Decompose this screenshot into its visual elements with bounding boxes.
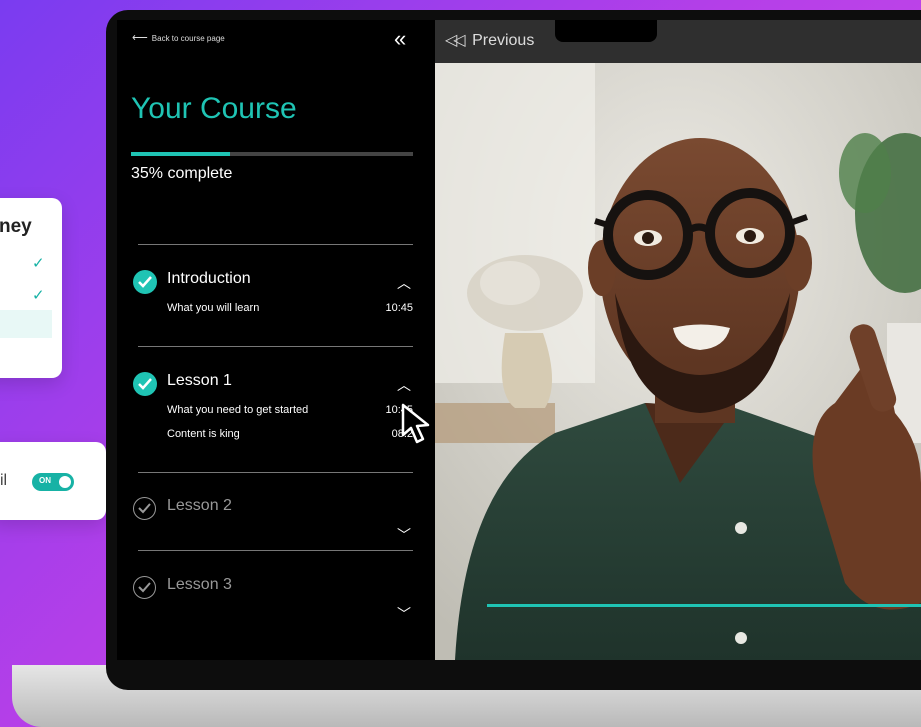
lesson-title: Lesson 3 — [167, 576, 232, 593]
chevron-up-icon[interactable]: ︿ — [397, 375, 411, 395]
divider — [138, 346, 413, 347]
check-icon: ✓ — [32, 287, 45, 304]
lesson-item[interactable]: Content is king — [167, 428, 240, 440]
incomplete-check-icon — [133, 497, 156, 520]
laptop-screen: ⟵ Back to course page « Your Course 35% c… — [117, 20, 921, 660]
divider — [138, 244, 413, 245]
lesson-section-lesson-3[interactable]: Lesson 3 ﹀ — [133, 576, 413, 626]
email-label: il — [0, 472, 8, 489]
camera-notch — [555, 20, 657, 42]
journey-card-title: urney — [0, 216, 32, 237]
divider — [138, 550, 413, 551]
email-toggle-card: il ON — [0, 442, 106, 520]
check-icon: ✓ — [32, 255, 45, 272]
incomplete-check-icon — [133, 576, 156, 599]
lesson-title: Lesson 2 — [167, 497, 232, 514]
chevron-down-icon[interactable]: ﹀ — [397, 525, 411, 545]
email-toggle[interactable]: ON — [32, 473, 74, 491]
lesson-item[interactable]: What you will learn — [167, 302, 259, 314]
lesson-section-lesson-1[interactable]: Lesson 1 ︿ What you need to get started … — [133, 372, 413, 462]
lesson-item[interactable]: What you need to get started — [167, 404, 308, 416]
completed-check-icon — [133, 372, 157, 396]
chevron-up-icon[interactable]: ︿ — [397, 273, 411, 293]
progress-bar — [131, 152, 413, 156]
lesson-title: Introduction — [167, 270, 251, 287]
video-frame[interactable] — [435, 63, 921, 660]
course-title: Your Course — [131, 92, 297, 125]
progress-bar-fill — [131, 152, 230, 156]
lesson-section-introduction[interactable]: Introduction ︿ What you will learn 10:45 — [133, 270, 413, 340]
lesson-section-lesson-2[interactable]: Lesson 2 ﹀ — [133, 497, 413, 547]
arrow-left-icon: ⟵ — [132, 32, 148, 44]
toggle-knob — [59, 476, 71, 488]
progress-text: 35% complete — [131, 165, 233, 182]
previous-label: Previous — [472, 32, 535, 49]
completed-check-icon — [133, 270, 157, 294]
double-chevron-left-icon[interactable]: « — [394, 26, 406, 52]
previous-button[interactable]: ◁◁ Previous — [445, 30, 534, 50]
toggle-text: ON — [39, 476, 51, 485]
lesson-item-duration: 10:45 — [385, 302, 413, 314]
chevron-down-icon[interactable]: ﹀ — [397, 604, 411, 624]
mouse-cursor-icon — [401, 403, 430, 444]
course-sidebar: ⟵ Back to course page « Your Course 35% c… — [117, 20, 435, 660]
back-link-label: Back to course page — [151, 34, 225, 43]
rewind-icon: ◁◁ — [445, 32, 466, 49]
instructor-video-image — [435, 63, 921, 660]
lesson-title: Lesson 1 — [167, 372, 232, 389]
player-top-bar: ◁◁ Previous — [435, 20, 921, 63]
journey-highlight-row — [0, 310, 52, 338]
divider — [138, 472, 413, 473]
back-to-course-link[interactable]: ⟵ Back to course page — [132, 31, 225, 44]
journey-card: urney ✓ 1 ✓ 9 — [0, 198, 62, 378]
